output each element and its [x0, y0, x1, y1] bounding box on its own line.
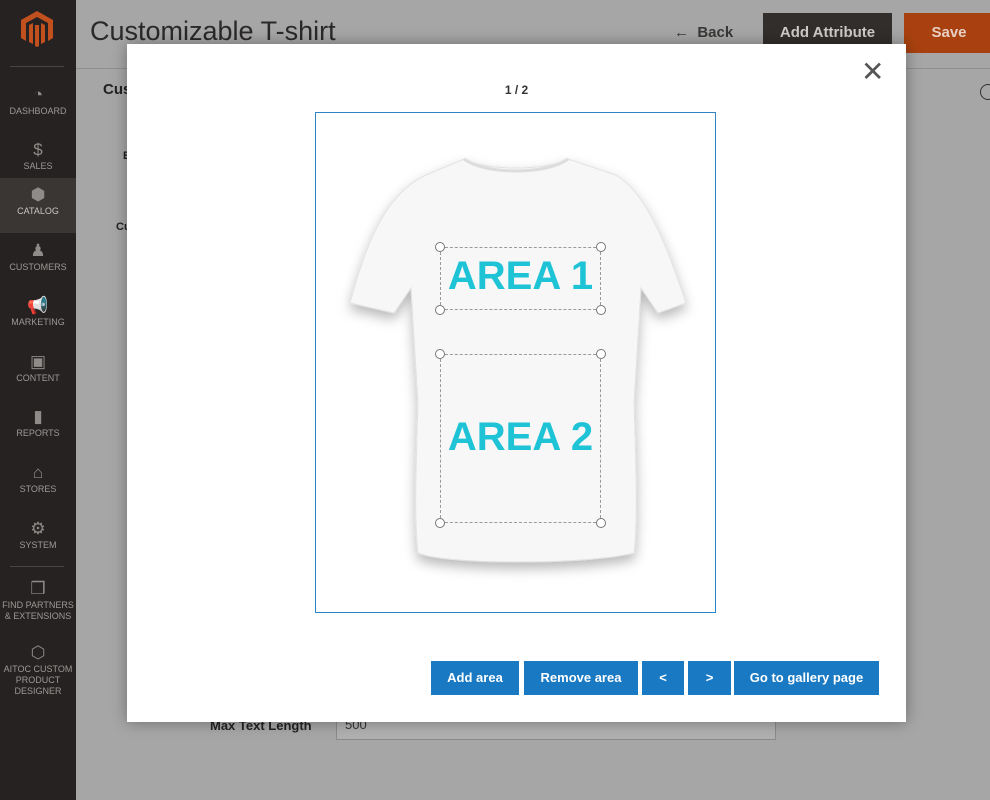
add-area-button[interactable]: Add area	[431, 661, 519, 695]
megaphone-icon: 📢	[27, 296, 49, 315]
area-editor-modal: ✕ 1 / 2 AREA 1 AREA 2 Add area Remove ar…	[127, 44, 906, 722]
back-button[interactable]: ← Back	[674, 24, 733, 41]
resize-handle[interactable]	[596, 518, 606, 528]
sidebar-item-dashboard[interactable]: ◔ DASHBOARD	[0, 78, 76, 133]
sidebar-item-label: CATALOG	[17, 206, 59, 216]
page-title: Customizable T-shirt	[90, 16, 336, 46]
sidebar-item-label: STORES	[19, 484, 57, 494]
sidebar-item-label: FIND PARTNERS & EXTENSIONS	[2, 600, 74, 621]
resize-handle[interactable]	[435, 518, 445, 528]
collapse-icon[interactable]	[980, 84, 990, 100]
gauge-icon: ◔	[32, 85, 44, 104]
sidebar-item-find[interactable]: ❒ FIND PARTNERS & EXTENSIONS	[0, 572, 76, 642]
sidebar-item-label: MARKETING	[11, 317, 65, 327]
resize-handle[interactable]	[435, 349, 445, 359]
hexagon-icon: ⬡	[30, 643, 46, 662]
back-label: Back	[697, 24, 734, 41]
dollar-icon: $	[33, 140, 43, 159]
cubes-icon: ❒	[30, 579, 46, 598]
sidebar: ◔ DASHBOARD $ SALES ⬢ CATALOG ♟ CUSTOMERS 📢 MARKE…	[0, 0, 76, 800]
previous-button[interactable]: <	[642, 661, 684, 695]
sidebar-item-label: CUSTOMERS	[9, 262, 67, 272]
sidebar-item-stores[interactable]: ⌂ STORES	[0, 456, 76, 511]
sidebar-item-customers[interactable]: ♟ CUSTOMERS	[0, 234, 76, 289]
resize-handle[interactable]	[596, 349, 606, 359]
magento-logo[interactable]	[20, 10, 54, 48]
sidebar-item-content[interactable]: ▣ CONTENT	[0, 345, 76, 400]
resize-handle[interactable]	[435, 305, 445, 315]
sidebar-item-marketing[interactable]: 📢 MARKETING	[0, 289, 76, 344]
page-indicator: 1 / 2	[504, 83, 529, 97]
person-icon: ♟	[30, 241, 46, 260]
box-icon: ⬢	[30, 185, 46, 204]
sidebar-item-aitoc[interactable]: ⬡ AITOC CUSTOM PRODUCT DESIGNER	[0, 636, 76, 706]
resize-handle[interactable]	[435, 242, 445, 252]
sidebar-item-label: REPORTS	[16, 428, 60, 438]
next-button[interactable]: >	[688, 661, 731, 695]
gallery-page-button[interactable]: Go to gallery page	[734, 661, 879, 695]
sidebar-item-catalog[interactable]: ⬢ CATALOG	[0, 178, 76, 233]
sidebar-item-system[interactable]: ⚙ SYSTEM	[0, 512, 76, 567]
sidebar-item-label: AITOC CUSTOM PRODUCT DESIGNER	[3, 664, 73, 696]
sidebar-item-reports[interactable]: ▮ REPORTS	[0, 400, 76, 455]
sidebar-item-label: SALES	[23, 161, 53, 171]
close-icon[interactable]: ✕	[861, 58, 884, 86]
resize-handle[interactable]	[596, 242, 606, 252]
resize-handle[interactable]	[596, 305, 606, 315]
sidebar-item-label: SYSTEM	[19, 540, 57, 550]
sidebar-item-label: CONTENT	[16, 373, 60, 383]
area-label: AREA 1	[447, 254, 594, 298]
sidebar-item-label: DASHBOARD	[9, 106, 67, 116]
storefront-icon: ⌂	[32, 463, 44, 482]
remove-area-button[interactable]: Remove area	[524, 661, 638, 695]
gear-icon: ⚙	[30, 519, 46, 538]
print-area-2[interactable]: AREA 2	[435, 349, 606, 528]
area-label: AREA 2	[447, 415, 594, 459]
save-button[interactable]: Save	[904, 13, 990, 53]
bar-chart-icon: ▮	[33, 407, 43, 426]
image-canvas[interactable]: AREA 1 AREA 2	[315, 112, 716, 613]
arrow-left-icon: ←	[674, 24, 689, 41]
layout-icon: ▣	[29, 352, 47, 371]
print-area-1[interactable]: AREA 1	[435, 242, 606, 315]
